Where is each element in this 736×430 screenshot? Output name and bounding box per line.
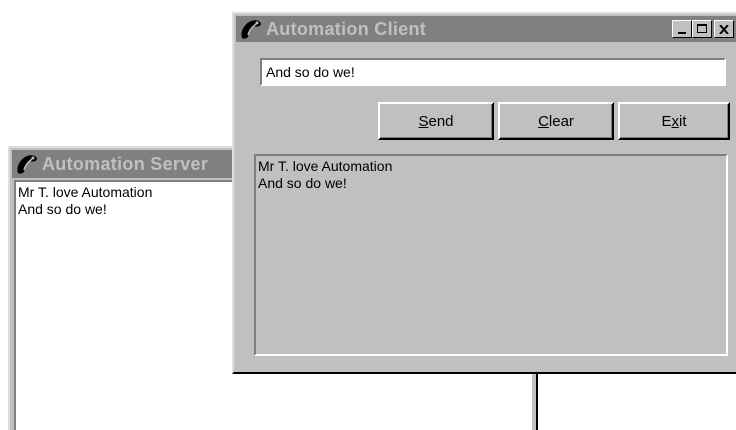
client-log-line: And so do we! — [258, 175, 347, 191]
close-button[interactable] — [714, 20, 734, 38]
send-button[interactable]: Send — [378, 102, 494, 140]
clear-label-accel: C — [538, 112, 549, 130]
close-icon — [719, 24, 729, 34]
client-title: Automation Client — [266, 19, 427, 39]
desktop: Automation Server Mr T. love Automation … — [0, 0, 736, 430]
client-window[interactable]: Automation Client Send Clear Exit Mr — [232, 12, 736, 374]
exit-label-accel: x — [671, 112, 680, 130]
clear-label-rest: lear — [548, 112, 574, 130]
exit-button[interactable]: Ex it — [618, 102, 730, 140]
message-input[interactable] — [260, 58, 726, 86]
clear-button[interactable]: Clear — [498, 102, 614, 140]
exit-label-rest: it — [679, 112, 687, 130]
minimize-icon — [678, 32, 686, 34]
client-log[interactable]: Mr T. love Automation And so do we! — [254, 154, 728, 356]
maximize-icon — [697, 24, 707, 33]
maximize-button[interactable] — [692, 20, 712, 38]
client-log-line: Mr T. love Automation — [258, 158, 393, 174]
minimize-button[interactable] — [672, 20, 692, 38]
send-label-rest: end — [428, 112, 454, 130]
client-titlebar[interactable]: Automation Client — [236, 16, 736, 42]
window-controls — [672, 20, 734, 38]
automation-app-icon — [17, 155, 37, 174]
send-label-accel: S — [418, 112, 429, 130]
automation-app-icon — [241, 20, 261, 39]
exit-label-prefix: E — [661, 112, 672, 130]
